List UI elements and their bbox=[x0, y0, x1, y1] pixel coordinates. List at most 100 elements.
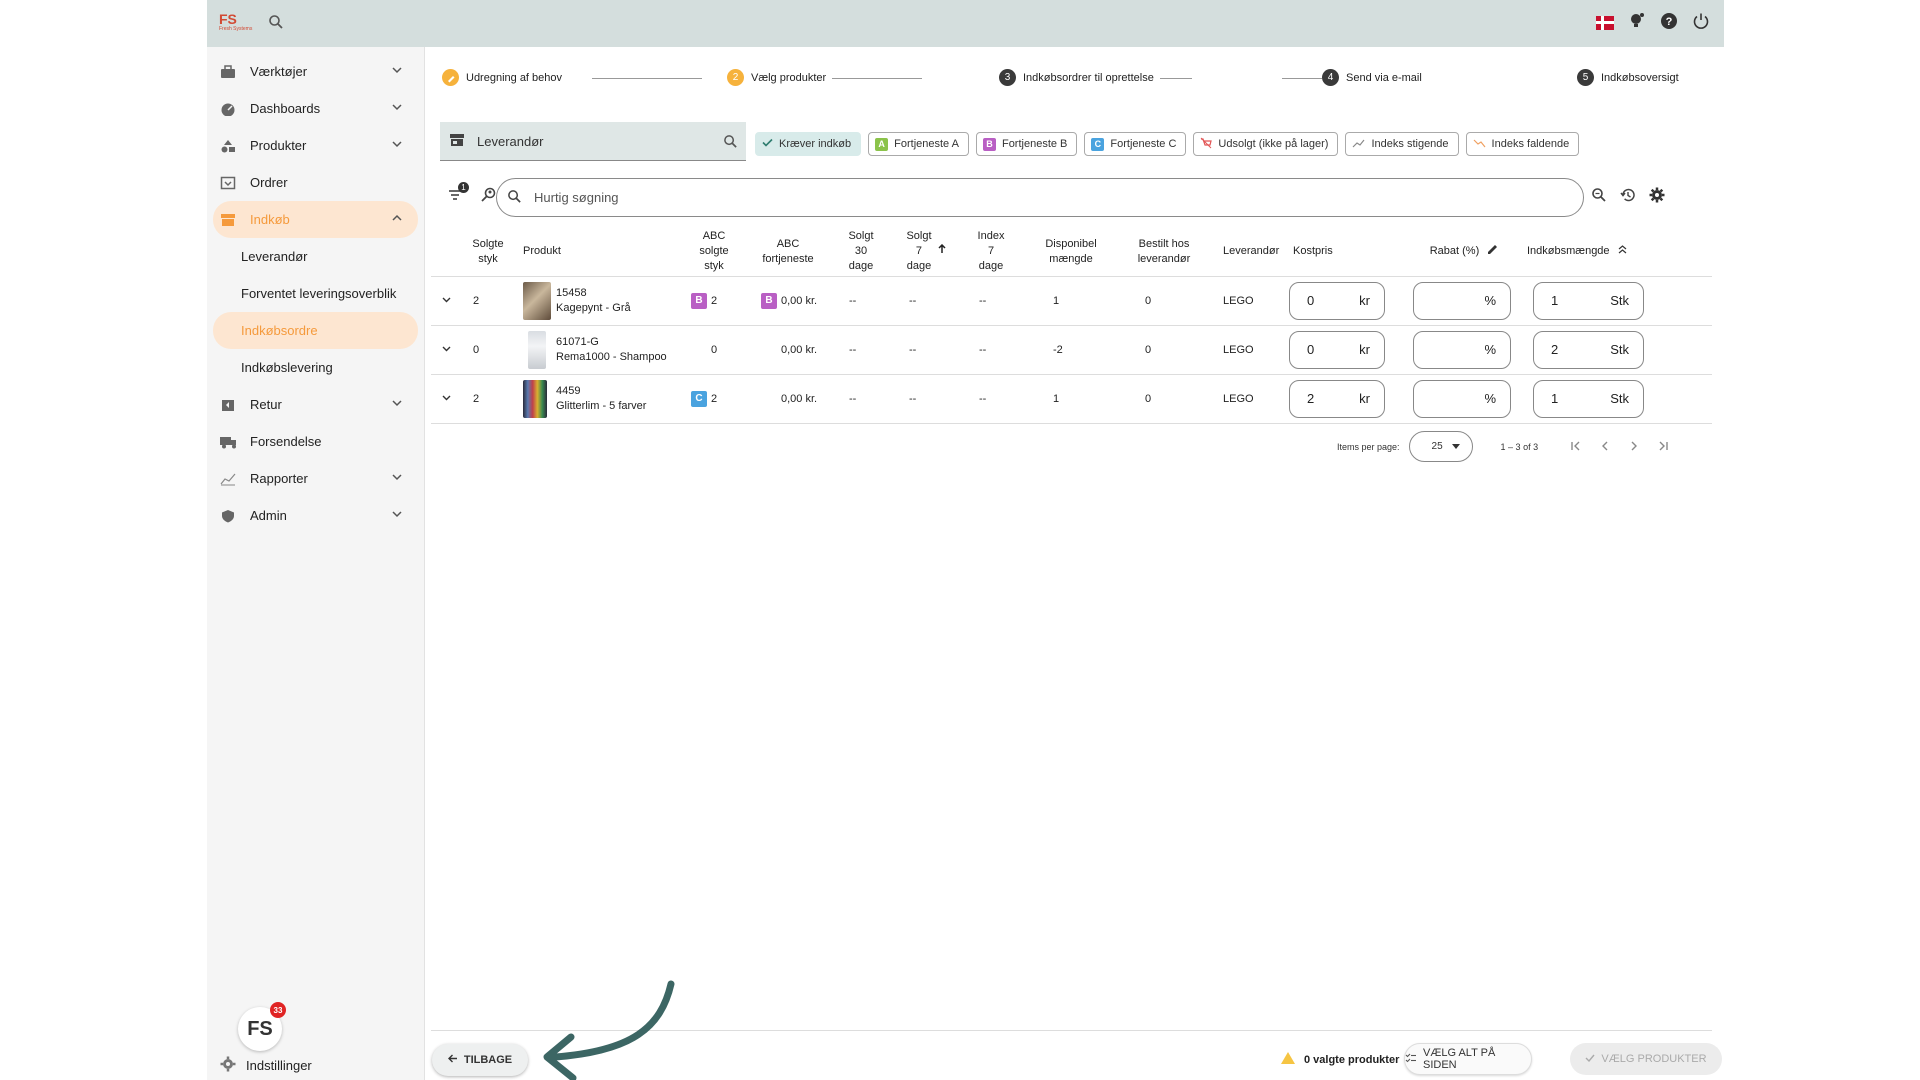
quantity-input[interactable]: 2 Stk bbox=[1533, 330, 1644, 369]
chevron-down-icon bbox=[391, 397, 403, 412]
discount-input[interactable]: % bbox=[1413, 330, 1511, 369]
items-per-page-select[interactable]: 25 bbox=[1408, 431, 1473, 462]
col-rabat[interactable]: Rabat (%) bbox=[1393, 228, 1515, 277]
first-page-icon[interactable] bbox=[1570, 440, 1582, 454]
quick-search[interactable] bbox=[496, 178, 1584, 217]
col-solgte-styk[interactable]: Solgte styk bbox=[461, 228, 515, 277]
select-all-on-page-button[interactable]: VÆLG ALT PÅ SIDEN bbox=[1404, 1043, 1532, 1075]
sidebar-item-forsendelse[interactable]: Forsendelse bbox=[207, 423, 424, 460]
sidebar-item-indkoeb[interactable]: Indkøb bbox=[213, 201, 418, 238]
sidebar-sub-indkoebslevering[interactable]: Indkøbslevering bbox=[207, 349, 424, 386]
discount-input[interactable]: % bbox=[1413, 379, 1511, 418]
help-icon[interactable]: ? bbox=[1660, 12, 1678, 33]
cost-input[interactable]: 2 kr bbox=[1289, 379, 1385, 418]
col-solgt-7-dage[interactable]: Solgt 7 dage bbox=[893, 228, 959, 277]
page-range: 1 – 3 of 3 bbox=[1500, 441, 1539, 452]
search-icon[interactable] bbox=[268, 14, 284, 33]
sidebar-item-produkter[interactable]: Produkter bbox=[207, 127, 424, 164]
col-bestilt-hos-leverandoer[interactable]: Bestilt hos leverandør bbox=[1119, 228, 1209, 277]
sidebar-item-rapporter[interactable]: Rapporter bbox=[207, 460, 424, 497]
expand-row-button[interactable] bbox=[431, 374, 461, 424]
prev-page-icon[interactable] bbox=[1599, 440, 1611, 454]
cell-product[interactable]: 61071-G Rema1000 - Shampoo bbox=[515, 325, 681, 375]
sidebar-item-label: Produkter bbox=[250, 138, 307, 153]
settings-link[interactable]: Indstillinger bbox=[220, 1056, 312, 1075]
col-abc-solgte-styk[interactable]: ABC solgte styk bbox=[681, 228, 747, 277]
table-row[interactable]: 0 61071-G Rema1000 - Shampoo 0 0,00 kr. -… bbox=[431, 325, 1712, 375]
danish-flag-icon[interactable] bbox=[1596, 15, 1614, 30]
zoom-search-icon[interactable] bbox=[1591, 187, 1607, 206]
col-abc-fortjeneste[interactable]: ABC fortjeneste bbox=[747, 228, 829, 277]
sidebar-sub-leverandoer[interactable]: Leverandør bbox=[207, 238, 424, 275]
step-udregning-af-behov[interactable]: Udregning af behov bbox=[442, 69, 569, 86]
cell-product[interactable]: 4459 Glitterlim - 5 farver bbox=[515, 374, 681, 424]
pagination: Items per page: 25 1 – 3 of 3 bbox=[1337, 431, 1669, 462]
power-icon[interactable] bbox=[1692, 12, 1710, 33]
abc-profit-value: 0,00 kr. bbox=[781, 392, 818, 405]
page-nav bbox=[1570, 440, 1669, 454]
chip-fortjeneste-c[interactable]: C Fortjeneste C bbox=[1084, 132, 1187, 156]
expand-row-button[interactable] bbox=[431, 325, 461, 375]
cell-product[interactable]: 15458 Kagepynt - Grå bbox=[515, 276, 681, 326]
chip-indeks-stigende[interactable]: Indeks stigende bbox=[1345, 132, 1459, 156]
sidebar-item-retur[interactable]: Retur bbox=[207, 386, 424, 423]
col-index-7-dage[interactable]: Index 7 dage bbox=[959, 228, 1023, 277]
sidebar-item-admin[interactable]: Admin bbox=[207, 497, 424, 534]
discount-input[interactable]: % bbox=[1413, 281, 1511, 320]
table-row[interactable]: 2 4459 Glitterlim - 5 farver C2 0,00 kr. … bbox=[431, 374, 1712, 424]
chip-indeks-faldende[interactable]: Indeks faldende bbox=[1465, 132, 1580, 156]
quantity-input[interactable]: 1 Stk bbox=[1533, 379, 1644, 418]
col-kostpris[interactable]: Kostpris bbox=[1287, 228, 1393, 277]
table-row[interactable]: 2 15458 Kagepynt - Grå B2 B 0,00 kr. -- --… bbox=[431, 276, 1712, 326]
cost-value: 2 bbox=[1307, 391, 1315, 406]
step-send-via-email[interactable]: 4 Send via e-mail bbox=[1322, 69, 1428, 86]
quantity-input[interactable]: 1 Stk bbox=[1533, 281, 1644, 320]
step-label: Indkøbsoversigt bbox=[1601, 71, 1679, 84]
last-page-icon[interactable] bbox=[1657, 440, 1669, 454]
chevron-double-up-icon[interactable] bbox=[1618, 244, 1627, 259]
quick-search-input[interactable] bbox=[534, 190, 1434, 205]
col-indkoebsmaengde[interactable]: Indkøbsmængde bbox=[1515, 228, 1712, 277]
cell-abc-sold: B2 bbox=[681, 276, 747, 326]
cell-discount: % bbox=[1393, 374, 1515, 424]
col-solgt-30-dage[interactable]: Solgt 30 dage bbox=[829, 228, 893, 277]
lightbulb-icon[interactable] bbox=[1628, 12, 1646, 33]
cost-input[interactable]: 0 kr bbox=[1289, 281, 1385, 320]
chip-fortjeneste-b[interactable]: B Fortjeneste B bbox=[975, 132, 1078, 156]
chip-udsolgt[interactable]: Udsolgt (ikke på lager) bbox=[1193, 132, 1339, 156]
gear-icon[interactable] bbox=[1649, 187, 1665, 206]
cost-input[interactable]: 0 kr bbox=[1289, 330, 1385, 369]
chip-label: Kræver indkøb bbox=[779, 138, 852, 150]
cell-supplier: LEGO bbox=[1209, 276, 1287, 326]
sidebar-item-dashboards[interactable]: Dashboards bbox=[207, 90, 424, 127]
step-indkoebsordrer-til-oprettelse[interactable]: 3 Indkøbsordrer til oprettelse bbox=[999, 69, 1160, 86]
search-icon[interactable] bbox=[723, 134, 738, 152]
next-page-icon[interactable] bbox=[1628, 440, 1640, 454]
expand-row-button[interactable] bbox=[431, 276, 461, 326]
quantity-value: 1 bbox=[1551, 293, 1559, 308]
supplier-select[interactable]: Leverandør bbox=[440, 122, 746, 161]
cell-sold: 2 bbox=[461, 374, 515, 424]
step-number: 4 bbox=[1322, 69, 1339, 86]
top-bar: FS Fresh Systems ? bbox=[207, 0, 1724, 47]
sidebar-sub-forventet-leveringsoverblik[interactable]: Forventet leveringsoverblik bbox=[207, 275, 424, 312]
history-icon[interactable] bbox=[1620, 187, 1636, 206]
brand-logo[interactable]: FS Fresh Systems bbox=[219, 12, 259, 36]
col-disponibel-maengde[interactable]: Disponibel mængde bbox=[1023, 228, 1119, 277]
filter-list-icon[interactable]: 1 bbox=[448, 182, 469, 207]
chip-fortjeneste-a[interactable]: A Fortjeneste A bbox=[868, 132, 969, 156]
sidebar-item-ordrer[interactable]: Ordrer bbox=[207, 164, 424, 201]
step-indkoebsoversigt[interactable]: 5 Indkøbsoversigt bbox=[1577, 69, 1685, 86]
pencil-icon[interactable] bbox=[1487, 244, 1498, 260]
sidebar-item-vaerktoejer[interactable]: Værktøjer bbox=[207, 53, 424, 90]
col-produkt[interactable]: Produkt bbox=[515, 228, 681, 277]
chip-kraever-indkoeb[interactable]: Kræver indkøb bbox=[755, 132, 862, 156]
col-leverandoer[interactable]: Leverandør bbox=[1209, 228, 1287, 277]
step-done-icon bbox=[442, 69, 459, 86]
sidebar-sub-indkoebsordre[interactable]: Indkøbsordre bbox=[213, 312, 418, 349]
cell-ordered: 0 bbox=[1119, 325, 1209, 375]
check-icon bbox=[1585, 1053, 1595, 1065]
back-button[interactable]: TILBAGE bbox=[432, 1044, 528, 1076]
step-vaelg-produkter[interactable]: 2 Vælg produkter bbox=[727, 69, 833, 86]
choose-products-button[interactable]: VÆLG PRODUKTER bbox=[1570, 1043, 1722, 1075]
